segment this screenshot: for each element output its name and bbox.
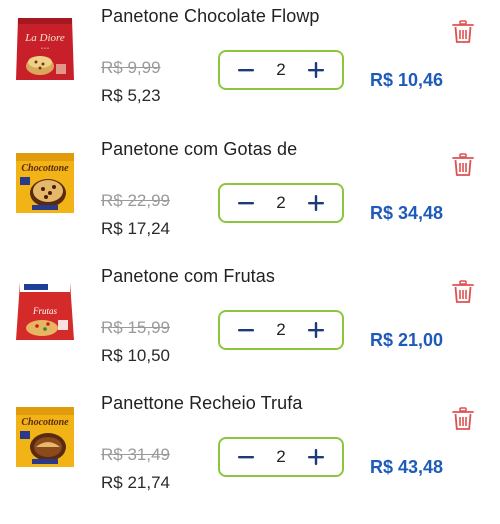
unit-price: R$ 10,50 [101, 346, 170, 365]
line-total: R$ 21,00 [370, 330, 444, 350]
original-price: R$ 22,99 [101, 191, 170, 210]
increment-button[interactable] [296, 52, 336, 88]
increment-button[interactable] [296, 312, 336, 348]
minus-icon [238, 329, 254, 332]
svg-text:• • •: • • • [41, 47, 49, 52]
brand-label: Chocottone [21, 417, 69, 428]
cart-item: Chocottone Panetone com Gotas de R$ 22,9… [0, 133, 500, 260]
quantity-stepper: 2 [218, 437, 344, 477]
remove-item-button[interactable] [452, 153, 474, 177]
quantity-value[interactable]: 2 [264, 439, 298, 475]
product-image[interactable]: Chocottone [12, 401, 78, 471]
brand-label: Frutas [32, 306, 58, 316]
minus-icon [238, 456, 254, 459]
remove-item-button[interactable] [452, 280, 474, 304]
line-total: R$ 43,48 [370, 457, 444, 477]
product-image[interactable]: La Diore • • • [12, 14, 78, 84]
remove-item-button[interactable] [452, 407, 474, 431]
trash-icon [452, 20, 474, 43]
product-image[interactable]: Chocottone [12, 147, 78, 217]
quantity-stepper: 2 [218, 183, 344, 223]
product-name: Panetone Chocolate Flowp [101, 6, 320, 26]
cart-item: Frutas Panetone com Frutas R$ 15,99 R$ 1… [0, 260, 500, 387]
quantity-value[interactable]: 2 [264, 312, 298, 348]
product-name: Panetone com Frutas [101, 266, 275, 286]
original-price: R$ 9,99 [101, 58, 161, 77]
plus-icon [308, 62, 324, 78]
minus-icon [238, 69, 254, 72]
unit-price: R$ 5,23 [101, 86, 161, 105]
decrement-button[interactable] [226, 439, 266, 475]
product-name: Panettone Recheio Trufa [101, 393, 303, 413]
unit-price: R$ 21,74 [101, 473, 170, 492]
trash-icon [452, 407, 474, 430]
brand-label: Chocottone [21, 163, 69, 174]
increment-button[interactable] [296, 439, 336, 475]
product-name: Panetone com Gotas de [101, 139, 298, 159]
quantity-stepper: 2 [218, 50, 344, 90]
increment-button[interactable] [296, 185, 336, 221]
quantity-stepper: 2 [218, 310, 344, 350]
plus-icon [308, 449, 324, 465]
line-total: R$ 10,46 [370, 70, 444, 90]
original-price: R$ 31,49 [101, 445, 170, 464]
decrement-button[interactable] [226, 312, 266, 348]
cart-item: Chocottone Panettone Recheio Trufa R$ 31… [0, 387, 500, 514]
plus-icon [308, 195, 324, 211]
original-price: R$ 15,99 [101, 318, 170, 337]
quantity-value[interactable]: 2 [264, 52, 298, 88]
cart-item-list: La Diore • • • Panetone Chocolate Flowp … [0, 0, 500, 524]
trash-icon [452, 280, 474, 303]
quantity-value[interactable]: 2 [264, 185, 298, 221]
minus-icon [238, 202, 254, 205]
line-total: R$ 34,48 [370, 203, 444, 223]
plus-icon [308, 322, 324, 338]
trash-icon [452, 153, 474, 176]
decrement-button[interactable] [226, 52, 266, 88]
remove-item-button[interactable] [452, 20, 474, 44]
cart-item: La Diore • • • Panetone Chocolate Flowp … [0, 0, 500, 127]
unit-price: R$ 17,24 [101, 219, 170, 238]
product-image[interactable]: Frutas [12, 274, 78, 344]
decrement-button[interactable] [226, 185, 266, 221]
brand-label: La Diore [24, 32, 65, 44]
